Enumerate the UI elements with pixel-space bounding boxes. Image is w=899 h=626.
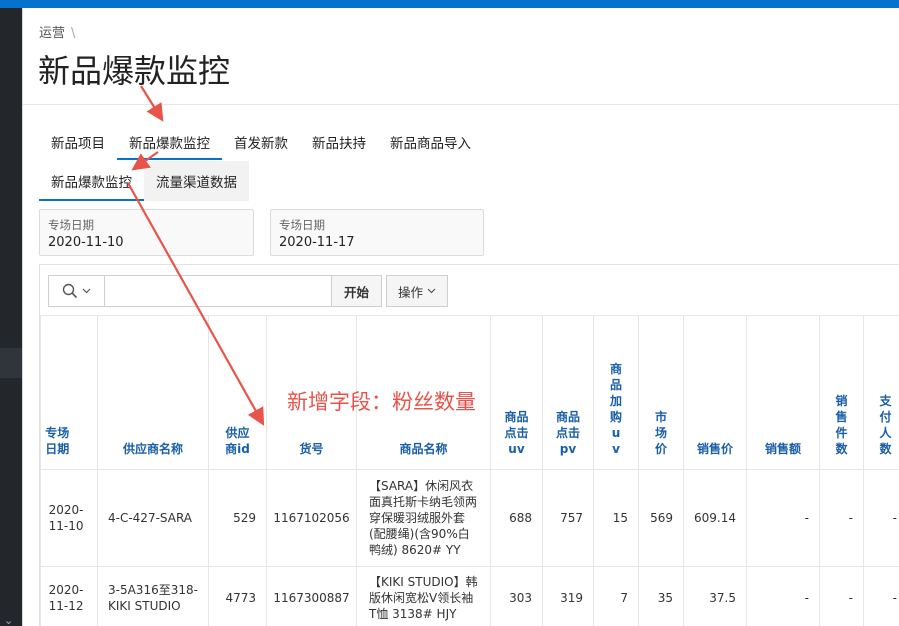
cell-click-pv: 319 — [542, 566, 594, 626]
go-button[interactable]: 开始 — [332, 275, 382, 307]
table-row: 2020-11-12 3-5A316至318-KIKI STUDIO 4773 … — [40, 566, 899, 626]
cell-payers: - — [863, 566, 899, 626]
cell-market-price: 569 — [638, 469, 684, 567]
cell-sales-amount: - — [746, 566, 820, 626]
annotation-text: 新增字段：粉丝数量 — [287, 390, 476, 414]
cell-product-name: 【SARA】休闲风衣面真托斯卡纳毛领两穿保暖羽绒服外套(配腰绳)(含90%白鸭绒… — [356, 469, 491, 567]
start-date-value[interactable]: 2020-11-10 — [48, 235, 124, 250]
cell-click-uv: 303 — [490, 566, 543, 626]
cell-item-no: 1167300887 — [266, 566, 357, 626]
tab-product-import[interactable]: 新品商品导入 — [378, 128, 483, 160]
col-header-supplier-id[interactable]: 供应商id — [208, 315, 267, 470]
top-accent-bar — [0, 0, 899, 8]
tab-first-launch[interactable]: 首发新款 — [222, 128, 300, 160]
left-nav-rail: ⌄ — [0, 8, 22, 626]
search-icon — [62, 283, 78, 299]
breadcrumb: 运营 \ — [39, 22, 75, 41]
end-date-field[interactable]: 专场日期 2020-11-17 — [270, 209, 484, 256]
cell-sales-qty: - — [819, 566, 864, 626]
col-header-sales-amount[interactable]: 销售额 — [746, 315, 820, 470]
col-header-click-uv[interactable]: 商品点击uv — [490, 315, 543, 470]
col-header-cart-uv[interactable]: 商品加购uv — [593, 315, 639, 470]
cell-supplier-id: 529 — [208, 469, 267, 567]
chevron-down-icon — [427, 288, 436, 294]
col-header-supplier[interactable]: 供应商名称 — [97, 315, 209, 470]
cell-market-price: 35 — [638, 566, 684, 626]
cell-text: 2020-11-10 — [48, 503, 84, 533]
page-title: 新品爆款监控 — [38, 52, 231, 90]
cell-text: 2020-11-12 — [48, 582, 84, 613]
col-header-label: 市场价 — [654, 410, 667, 456]
chevron-down-icon — [82, 288, 91, 294]
subtab-hot-monitor[interactable]: 新品爆款监控 — [39, 161, 144, 201]
end-date-label: 专场日期 — [279, 218, 325, 232]
col-header-date[interactable]: 专场日期 — [40, 315, 98, 470]
subtab-traffic-channel[interactable]: 流量渠道数据 — [144, 161, 249, 201]
actions-label: 操作 — [397, 284, 423, 300]
cell-date: 2020-11-12 — [40, 566, 98, 626]
cell-supplier: 3-5A316至318-KIKI STUDIO — [97, 566, 209, 626]
tab-hot-monitor[interactable]: 新品爆款监控 — [117, 128, 222, 160]
cell-cart-uv: 7 — [593, 566, 639, 626]
breadcrumb-item[interactable]: 运营 — [39, 26, 65, 41]
start-date-label: 专场日期 — [48, 218, 94, 232]
tab-new-projects[interactable]: 新品项目 — [39, 128, 117, 160]
cell-supplier: 4-C-427-SARA — [97, 469, 209, 567]
col-header-label: 商品加购uv — [609, 362, 622, 456]
header-divider — [23, 104, 899, 105]
search-column-button[interactable] — [48, 275, 104, 307]
cell-payers: - — [863, 469, 899, 567]
end-date-value[interactable]: 2020-11-17 — [279, 235, 355, 250]
col-header-sale-price[interactable]: 销售价 — [683, 315, 747, 470]
cell-click-uv: 688 — [490, 469, 543, 567]
col-header-label: 销售件数 — [835, 394, 848, 456]
actions-menu-button[interactable]: 操作 — [386, 275, 448, 307]
breadcrumb-separator: \ — [71, 26, 76, 41]
report-table: 专场日期 供应商名称 供应商id 货号 商品名称 商品点击uv 商品点击pv 商… — [40, 315, 899, 626]
cell-date: 2020-11-10 — [40, 469, 98, 567]
chevron-down-icon[interactable]: ⌄ — [4, 614, 13, 626]
cell-item-no: 1167102056 — [266, 469, 357, 567]
report-region: 开始 操作 专场日期 供应商名称 供应商id 货号 商品名称 商品点击uv 商品… — [39, 264, 899, 626]
report-toolbar: 开始 操作 — [48, 275, 448, 307]
cell-supplier-id: 4773 — [208, 566, 267, 626]
col-header-label: 专场日期 — [45, 426, 70, 456]
start-date-field[interactable]: 专场日期 2020-11-10 — [39, 209, 254, 256]
cell-cart-uv: 15 — [593, 469, 639, 567]
col-header-label: 供应商id — [225, 426, 250, 456]
cell-sales-qty: - — [819, 469, 864, 567]
primary-tabs: 新品项目 新品爆款监控 首发新款 新品扶持 新品商品导入 — [39, 128, 483, 160]
tab-new-support[interactable]: 新品扶持 — [300, 128, 378, 160]
col-header-sales-qty[interactable]: 销售件数 — [819, 315, 864, 470]
col-header-payers[interactable]: 支付人数 — [863, 315, 899, 470]
col-header-label: 支付人数 — [879, 394, 892, 456]
col-header-market-price[interactable]: 市场价 — [638, 315, 684, 470]
cell-sales-amount: - — [746, 469, 820, 567]
col-header-label: 商品点击uv — [504, 410, 529, 456]
cell-product-name: 【KIKI STUDIO】韩版休闲宽松V领长袖T恤 3138# HJY — [356, 566, 491, 626]
col-header-label: 商品点击pv — [555, 410, 580, 456]
search-input[interactable] — [104, 275, 332, 307]
col-header-click-pv[interactable]: 商品点击pv — [542, 315, 594, 470]
nav-rail-highlight[interactable] — [0, 348, 22, 378]
cell-sale-price: 609.14 — [683, 469, 747, 567]
cell-sale-price: 37.5 — [683, 566, 747, 626]
table-row: 2020-11-10 4-C-427-SARA 529 1167102056 【… — [40, 469, 899, 567]
cell-click-pv: 757 — [542, 469, 594, 567]
main-content: 运营 \ 新品爆款监控 新品项目 新品爆款监控 首发新款 新品扶持 新品商品导入 … — [23, 8, 899, 626]
secondary-tabs: 新品爆款监控 流量渠道数据 — [39, 161, 249, 201]
